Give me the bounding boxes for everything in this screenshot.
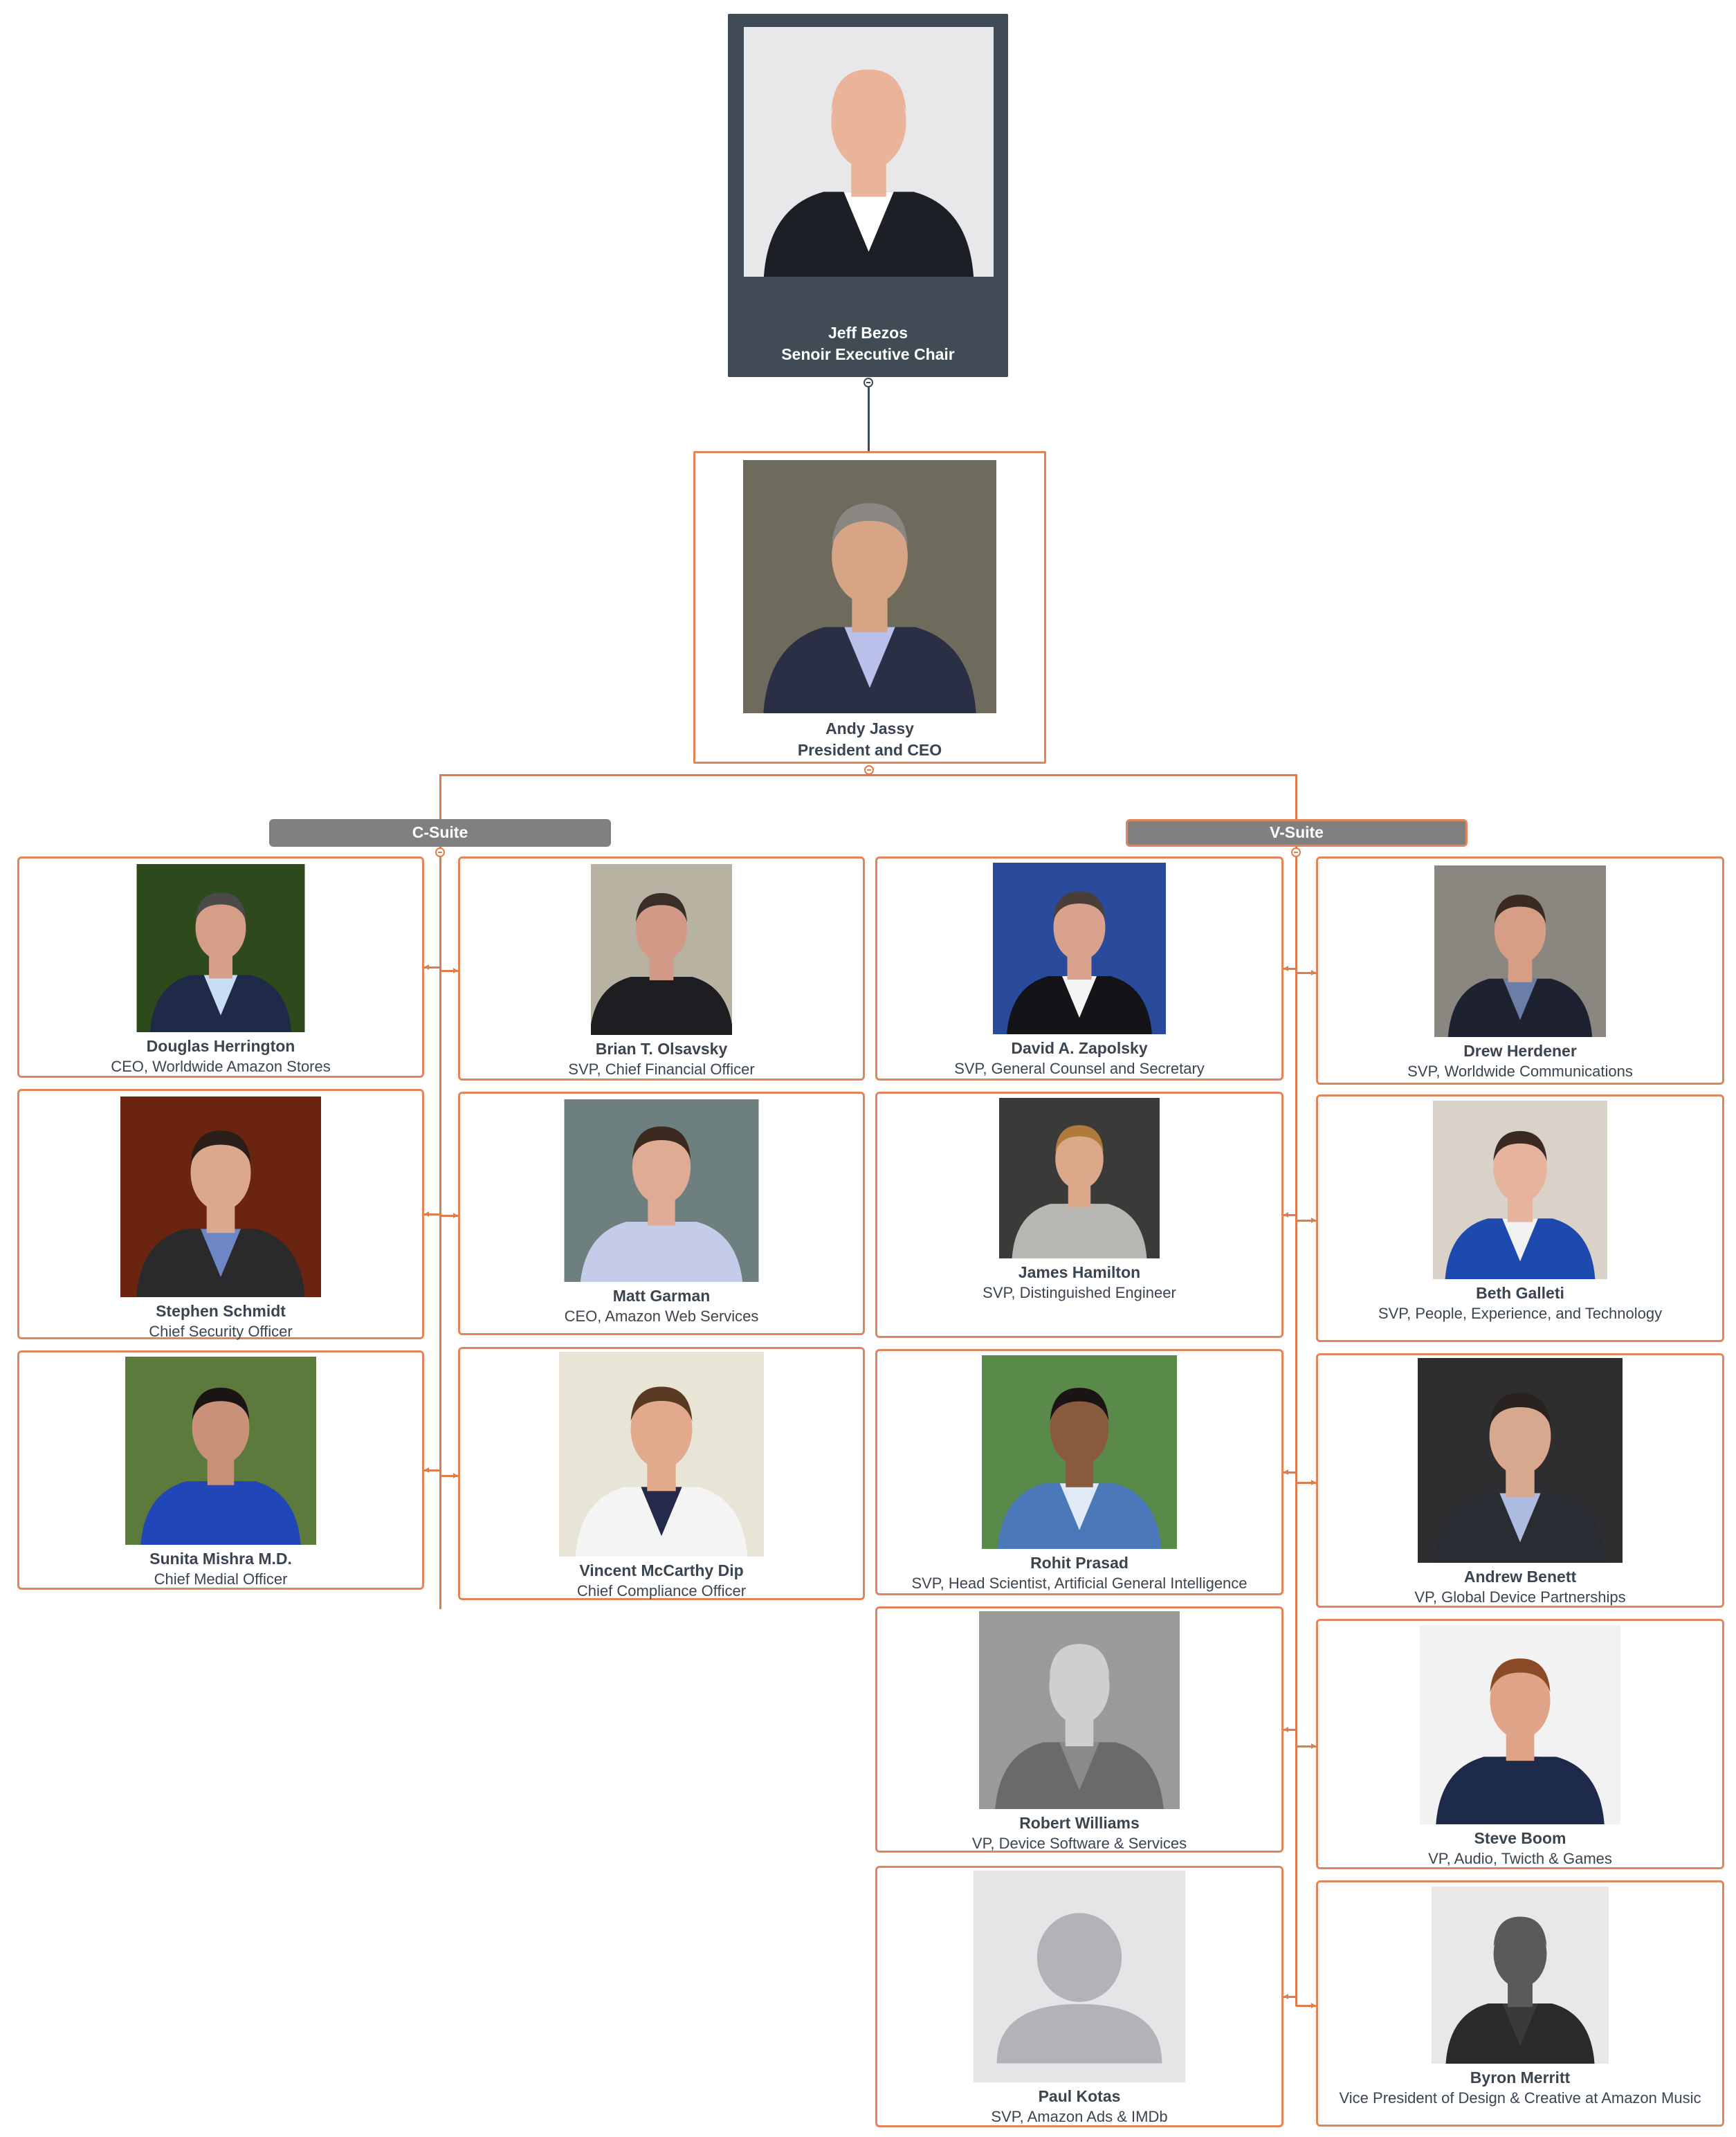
member-role: CEO, Amazon Web Services <box>564 1308 759 1325</box>
member-role: Chief Security Officer <box>149 1323 293 1340</box>
arrow-right-icon <box>1311 1743 1316 1749</box>
member-role: CEO, Worldwide Amazon Stores <box>111 1058 331 1075</box>
member-name: Robert Williams <box>1019 1814 1140 1832</box>
member-photo <box>136 864 305 1032</box>
member-name: Douglas Herrington <box>146 1037 295 1055</box>
member-photo <box>982 1355 1177 1549</box>
arrow-left-icon <box>424 964 429 970</box>
member-role: SVP, Chief Financial Officer <box>568 1061 755 1078</box>
collapse-toggle-ceo[interactable] <box>864 765 874 775</box>
csuite-trunk <box>439 847 441 1609</box>
member-card[interactable]: Steve Boom VP, Audio, Twicth & Games <box>1316 1619 1724 1869</box>
arrow-left-icon <box>1283 966 1288 971</box>
member-card[interactable]: Sunita Mishra M.D. Chief Medial Officer <box>17 1350 424 1590</box>
member-card[interactable]: Beth Galleti SVP, People, Experience, and… <box>1316 1094 1724 1342</box>
member-card[interactable]: Vincent McCarthy Dip Chief Compliance Off… <box>458 1347 865 1600</box>
node-name: Jeff Bezos <box>828 324 908 342</box>
collapse-toggle-root[interactable] <box>864 378 873 387</box>
connector-to-vsuite <box>1295 774 1297 820</box>
member-role: SVP, Head Scientist, Artificial General … <box>911 1575 1248 1592</box>
member-role: Chief Compliance Officer <box>576 1582 747 1599</box>
member-role: VP, Device Software & Services <box>971 1835 1187 1852</box>
arrow-right-icon <box>1311 1480 1316 1485</box>
member-card[interactable]: Byron Merritt Vice President of Design & … <box>1316 1880 1724 2127</box>
node-role: Senoir Executive Chair <box>781 345 955 363</box>
member-name: Vincent McCarthy Dip <box>579 1561 744 1579</box>
member-role: SVP, Amazon Ads & IMDb <box>991 2108 1168 2125</box>
member-card[interactable]: Robert Williams VP, Device Software & Ser… <box>875 1606 1283 1853</box>
member-name: Brian T. Olsavsky <box>595 1040 728 1058</box>
member-name: Sunita Mishra M.D. <box>149 1550 292 1568</box>
member-card[interactable]: James Hamilton SVP, Distinguished Enginee… <box>875 1092 1283 1338</box>
member-photo <box>993 863 1166 1034</box>
member-role: VP, Global Device Partnerships <box>1414 1588 1626 1606</box>
member-card[interactable]: Andrew Benett VP, Global Device Partnersh… <box>1316 1353 1724 1608</box>
arrow-left-icon <box>1283 1469 1288 1475</box>
member-card[interactable]: David A. Zapolsky SVP, General Counsel an… <box>875 856 1283 1081</box>
photo-root <box>744 27 994 318</box>
member-card[interactable]: Rohit Prasad SVP, Head Scientist, Artific… <box>875 1349 1283 1595</box>
member-role: SVP, General Counsel and Secretary <box>954 1060 1205 1077</box>
arrow-left-icon <box>424 1211 429 1217</box>
member-role: Chief Medial Officer <box>154 1570 288 1588</box>
member-photo <box>120 1097 321 1297</box>
member-photo <box>559 1352 764 1557</box>
node-root[interactable]: Jeff Bezos Senoir Executive Chair <box>728 14 1008 377</box>
member-photo <box>979 1611 1180 1809</box>
member-name: Paul Kotas <box>1038 2087 1121 2105</box>
member-card[interactable]: Douglas Herrington CEO, Worldwide Amazon … <box>17 856 424 1078</box>
member-card[interactable]: Paul Kotas SVP, Amazon Ads & IMDb <box>875 1866 1283 2127</box>
member-role: SVP, People, Experience, and Technology <box>1378 1305 1663 1322</box>
vsuite-trunk <box>1295 847 1297 2006</box>
member-name: Beth Galleti <box>1476 1284 1564 1302</box>
arrow-right-icon <box>1311 2003 1316 2008</box>
member-role: SVP, Distinguished Engineer <box>983 1284 1176 1301</box>
arrow-left-icon <box>424 1467 429 1473</box>
member-name: Rohit Prasad <box>1030 1554 1129 1572</box>
member-name: Matt Garman <box>612 1287 711 1305</box>
member-photo <box>1434 865 1606 1037</box>
member-name: David A. Zapolsky <box>1011 1039 1148 1057</box>
member-role: Vice President of Design & Creative at A… <box>1339 2089 1701 2107</box>
member-card[interactable]: Brian T. Olsavsky SVP, Chief Financial Of… <box>458 856 865 1081</box>
arrow-right-icon <box>453 968 458 973</box>
arrow-right-icon <box>453 1473 458 1478</box>
member-photo <box>591 864 732 1035</box>
member-card[interactable]: Stephen Schmidt Chief Security Officer <box>17 1089 424 1340</box>
member-role: SVP, Worldwide Communications <box>1407 1063 1633 1080</box>
connector-to-csuite <box>439 774 441 820</box>
member-card[interactable]: Drew Herdener SVP, Worldwide Communicatio… <box>1316 856 1724 1085</box>
member-photo <box>1432 1887 1609 2064</box>
arrow-left-icon <box>1283 1994 1288 1999</box>
member-name: Drew Herdener <box>1463 1042 1577 1060</box>
arrow-right-icon <box>1311 970 1316 975</box>
arrow-left-icon <box>1283 1212 1288 1218</box>
node-role: President and CEO <box>797 741 942 759</box>
member-photo <box>125 1357 316 1545</box>
member-name: Steve Boom <box>1474 1829 1566 1847</box>
member-name: Byron Merritt <box>1470 2069 1571 2086</box>
connector-root-ceo <box>868 382 870 452</box>
arrow-right-icon <box>453 1213 458 1218</box>
member-photo <box>1433 1101 1607 1279</box>
group-c-suite[interactable]: C-Suite <box>269 819 611 847</box>
member-name: Andrew Benett <box>1463 1568 1577 1586</box>
member-photo <box>1418 1358 1623 1563</box>
arrow-left-icon <box>1283 1727 1288 1732</box>
collapse-toggle-vsuite[interactable] <box>1291 847 1301 857</box>
member-name: Stephen Schmidt <box>156 1302 286 1320</box>
arrow-right-icon <box>1311 1218 1316 1223</box>
member-photo <box>564 1099 759 1282</box>
member-card[interactable]: Matt Garman CEO, Amazon Web Services <box>458 1092 865 1335</box>
photo-ceo <box>743 460 996 713</box>
member-photo <box>1420 1625 1620 1824</box>
group-v-suite[interactable]: V-Suite <box>1126 819 1468 847</box>
member-photo <box>974 1871 1185 2082</box>
member-name: James Hamilton <box>1018 1263 1141 1281</box>
node-ceo[interactable]: Andy Jassy President and CEO <box>693 451 1046 764</box>
node-name: Andy Jassy <box>825 719 914 737</box>
member-photo <box>999 1098 1160 1258</box>
collapse-toggle-csuite[interactable] <box>435 847 445 857</box>
member-role: VP, Audio, Twicth & Games <box>1428 1850 1612 1867</box>
